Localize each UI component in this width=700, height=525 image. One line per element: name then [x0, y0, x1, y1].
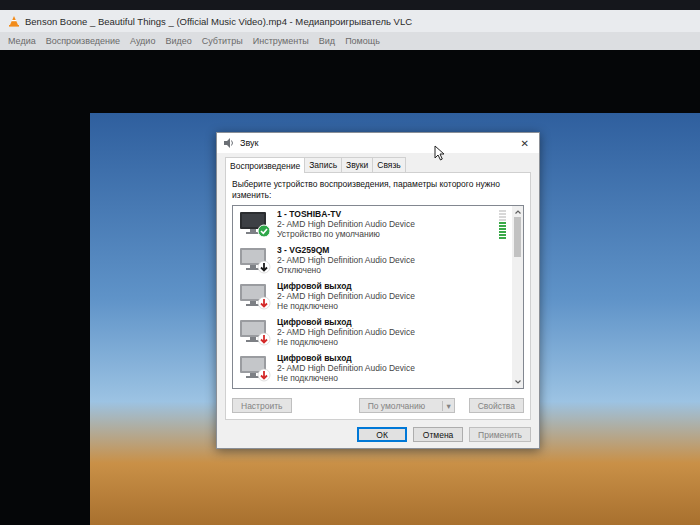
device-text: Цифровой выход 2- AMD High Definition Au…	[277, 281, 506, 312]
device-text: Цифровой выход 2- AMD High Definition Au…	[277, 353, 506, 384]
monitor-icon	[239, 354, 271, 382]
dialog-button[interactable]: Применить	[469, 427, 531, 442]
device-button[interactable]: По умолчанию ▾	[359, 398, 455, 413]
monitor-icon	[239, 318, 271, 346]
meter-segment	[499, 210, 506, 212]
device-driver: 2- AMD High Definition Audio Device	[277, 327, 506, 337]
button-label: Свойства	[478, 401, 515, 411]
meter-segment	[499, 219, 506, 221]
dialog-body: ВоспроизведениеЗаписьЗвукиСвязь Выберите…	[217, 153, 539, 448]
title-bar: Benson Boone _ Beautiful Things _ (Offic…	[0, 10, 700, 32]
menu-item[interactable]: Инструменты	[253, 36, 309, 46]
menu-item[interactable]: Вид	[319, 36, 335, 46]
meter-segment	[499, 216, 506, 218]
menu-item[interactable]: Медиа	[8, 36, 36, 46]
device-driver: 2- AMD High Definition Audio Device	[277, 255, 506, 265]
device-buttons: Настроить По умолчанию ▾ Свойства	[232, 394, 524, 413]
monitor-icon	[239, 246, 271, 274]
tab[interactable]: Запись	[304, 157, 342, 172]
window-title: Benson Boone _ Beautiful Things _ (Offic…	[25, 16, 412, 27]
tab[interactable]: Связь	[372, 157, 406, 172]
vlc-cone-icon	[8, 15, 20, 27]
device-text: 3 - VG259QM 2- AMD High Definition Audio…	[277, 245, 506, 276]
scroll-down-icon[interactable]	[514, 378, 522, 386]
dialog-button[interactable]: Отмена	[413, 427, 463, 442]
device-button[interactable]: Свойства	[469, 398, 524, 413]
tab-bar: ВоспроизведениеЗаписьЗвукиСвязь	[225, 157, 531, 172]
menu-item[interactable]: Аудио	[130, 36, 155, 46]
device-driver: 2- AMD High Definition Audio Device	[277, 219, 493, 229]
dropdown-arrow[interactable]: ▾	[442, 401, 453, 411]
device-name: Цифровой выход	[277, 317, 506, 327]
button-label: Настроить	[241, 401, 283, 411]
sound-dialog: Звук ✕ ВоспроизведениеЗаписьЗвукиСвязь В…	[216, 132, 540, 449]
scroll-up-icon[interactable]	[514, 208, 522, 216]
level-meter	[499, 210, 506, 239]
dialog-title-bar: Звук ✕	[217, 133, 539, 153]
device-text: 1 - TOSHIBA-TV 2- AMD High Definition Au…	[277, 209, 493, 240]
device-name: 1 - TOSHIBA-TV	[277, 209, 493, 219]
monitor-icon	[239, 210, 271, 238]
close-button[interactable]: ✕	[517, 138, 533, 149]
scroll-track	[512, 216, 523, 378]
meter-segment	[499, 234, 506, 236]
scrollbar[interactable]	[512, 206, 523, 388]
device-text: Цифровой выход 2- AMD High Definition Au…	[277, 317, 506, 348]
button-label: По умолчанию	[368, 401, 425, 411]
meter-segment	[499, 213, 506, 215]
device-row[interactable]: 1 - TOSHIBA-TV 2- AMD High Definition Au…	[233, 206, 512, 242]
speaker-icon	[223, 137, 235, 149]
tab[interactable]: Воспроизведение	[225, 157, 305, 173]
dialog-button[interactable]: ОК	[357, 427, 407, 442]
mouse-cursor-icon	[434, 145, 445, 161]
device-status: Не подключено	[277, 301, 506, 311]
meter-segment	[499, 231, 506, 233]
tab[interactable]: Звуки	[341, 157, 373, 172]
tab-panel: Выберите устройство воспроизведения, пар…	[225, 172, 531, 420]
monitor-icon	[239, 282, 271, 310]
instruction-text: Выберите устройство воспроизведения, пар…	[232, 179, 524, 200]
device-rows: 1 - TOSHIBA-TV 2- AMD High Definition Au…	[233, 206, 512, 388]
menu-bar: Медиа Воспроизведение Аудио Видео Субтитры Ин…	[0, 32, 700, 50]
device-status: Устройство по умолчанию	[277, 229, 493, 239]
menu-item[interactable]: Воспроизведение	[46, 36, 120, 46]
menu-item[interactable]: Видео	[165, 36, 191, 46]
device-list: 1 - TOSHIBA-TV 2- AMD High Definition Au…	[232, 205, 524, 389]
screen: Benson Boone _ Beautiful Things _ (Offic…	[0, 0, 700, 525]
device-button[interactable]: Настроить	[232, 398, 292, 413]
device-driver: 2- AMD High Definition Audio Device	[277, 291, 506, 301]
device-driver: 2- AMD High Definition Audio Device	[277, 363, 506, 373]
device-status: Не подключено	[277, 373, 506, 383]
device-row[interactable]: Цифровой выход 2- AMD High Definition Au…	[233, 350, 512, 386]
dialog-buttons: ОК Отмена Применить	[225, 420, 531, 442]
device-name: 3 - VG259QM	[277, 245, 506, 255]
menu-item[interactable]: Помощь	[345, 36, 380, 46]
dialog-title: Звук	[240, 138, 512, 148]
device-status: Не подключено	[277, 337, 506, 347]
menu-item[interactable]: Субтитры	[202, 36, 243, 46]
scroll-thumb[interactable]	[514, 217, 521, 257]
device-status: Отключено	[277, 265, 506, 275]
device-row[interactable]: Цифровой выход 2- AMD High Definition Au…	[233, 278, 512, 314]
device-name: Цифровой выход	[277, 353, 506, 363]
meter-segment	[499, 228, 506, 230]
meter-segment	[499, 225, 506, 227]
device-row[interactable]: Цифровой выход 2- AMD High Definition Au…	[233, 314, 512, 350]
meter-segment	[499, 222, 506, 224]
device-name: Цифровой выход	[277, 281, 506, 291]
device-row[interactable]: 3 - VG259QM 2- AMD High Definition Audio…	[233, 242, 512, 278]
meter-segment	[499, 237, 506, 239]
